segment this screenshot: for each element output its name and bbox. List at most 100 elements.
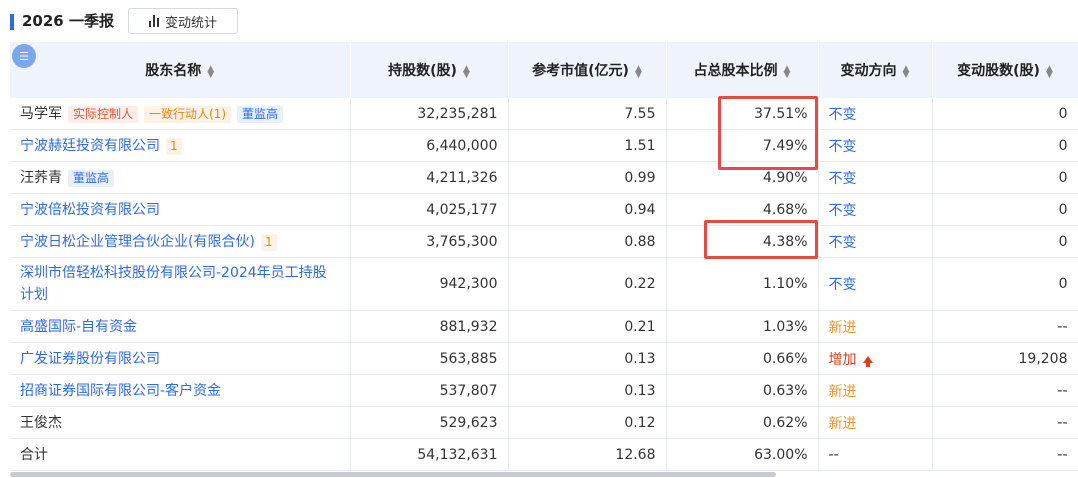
change-shares-cell: 19,208 <box>932 342 1078 375</box>
table-row: 王俊杰 529,623 0.12 0.62% 新进 -- <box>10 406 1078 439</box>
column-label: 股东名称 <box>145 63 202 79</box>
share-ratio-cell: 1.03% <box>666 310 819 343</box>
col-shares-held-header[interactable]: 持股数(股) ▲ ▼ <box>350 42 509 98</box>
market-value-cell: 0.94 <box>508 193 667 226</box>
table-row: 汪荞青 董监高 4,211,326 0.99 4.90% 不变 0 <box>10 161 1078 194</box>
shareholder-link[interactable]: 宁波倍松投资有限公司 <box>20 202 160 218</box>
filter-list-icon[interactable]: ☰ <box>12 44 36 68</box>
shareholder-name-cell[interactable]: 宁波倍松投资有限公司 <box>10 193 351 226</box>
col-market-value-header[interactable]: 参考市值(亿元) ▲ ▼ <box>508 42 667 98</box>
sort-icon[interactable]: ▲ ▼ <box>635 65 642 80</box>
table-row: 深圳市倍轻松科技股份有限公司-2024年员工持股计划 942,300 0.22 1.1… <box>10 257 1078 311</box>
shareholder-name: 王俊杰 <box>20 414 62 431</box>
shareholder-name-cell[interactable]: 高盛国际-自有资金 <box>10 310 351 343</box>
shares-held-cell: 881,932 <box>350 310 509 343</box>
shareholder-name: 合计 <box>20 446 48 463</box>
shares-held-cell: 54,132,631 <box>350 438 509 471</box>
report-title: 2026 一季报 <box>22 12 114 30</box>
shareholder-link[interactable]: 宁波日松企业管理合伙企业(有限合伙) <box>20 234 255 250</box>
change-shares-cell: -- <box>932 374 1078 407</box>
market-value-cell: 12.68 <box>508 438 667 471</box>
shares-held-cell: 942,300 <box>350 257 509 311</box>
column-label: 参考市值(亿元) <box>532 63 629 79</box>
col-change-direction-header[interactable]: 变动方向 ▲ ▼ <box>818 42 933 98</box>
table-row: 宁波倍松投资有限公司 4,025,177 0.94 4.68% 不变 0 <box>10 193 1078 226</box>
shares-held-cell: 529,623 <box>350 406 509 439</box>
change-direction-cell: 新进 <box>818 310 933 343</box>
sort-icon[interactable]: ▲ ▼ <box>1046 65 1053 80</box>
change-direction-cell: 增加 <box>818 342 933 375</box>
change-direction-cell: 新进 <box>818 374 933 407</box>
shareholder-name-cell[interactable]: 宁波赫廷投资有限公司 1 <box>10 129 351 162</box>
change-direction-cell: 不变 <box>818 129 933 162</box>
column-label: 持股数(股) <box>388 63 457 79</box>
shareholder-link[interactable]: 宁波赫廷投资有限公司 <box>20 138 160 154</box>
shareholder-link[interactable]: 广发证券股份有限公司 <box>20 351 160 367</box>
highlight-box-top-ratios <box>718 96 818 170</box>
share-ratio-cell: 0.62% <box>666 406 819 439</box>
market-value-cell: 0.12 <box>508 406 667 439</box>
title-accent-bar <box>10 14 14 30</box>
shareholder-link[interactable]: 高盛国际-自有资金 <box>20 319 137 335</box>
col-share-ratio-header[interactable]: 占总股本比例 ▲ ▼ <box>666 42 819 98</box>
change-shares-cell: 0 <box>932 98 1078 130</box>
share-ratio-cell: 0.66% <box>666 342 819 375</box>
share-ratio-cell: 0.63% <box>666 374 819 407</box>
change-direction-cell: 不变 <box>818 98 933 130</box>
shares-held-cell: 3,765,300 <box>350 225 509 258</box>
share-ratio-cell: 63.00% <box>666 438 819 471</box>
shares-held-cell: 6,440,000 <box>350 129 509 162</box>
change-shares-cell: 0 <box>932 257 1078 311</box>
shares-held-cell: 537,807 <box>350 374 509 407</box>
change-direction-label: 不变 <box>828 138 857 155</box>
shareholder-name-cell[interactable]: 深圳市倍轻松科技股份有限公司-2024年员工持股计划 <box>10 257 351 311</box>
role-tag: 董监高 <box>68 169 115 187</box>
shareholder-name-cell[interactable]: 宁波日松企业管理合伙企业(有限合伙) 1 <box>10 225 351 258</box>
table-row: 合计 54,132,631 12.68 63.00% -- -- <box>10 438 1078 471</box>
share-ratio-cell: 1.10% <box>666 257 819 311</box>
change-stats-button[interactable]: 变动统计 <box>128 8 238 34</box>
shares-held-cell: 4,025,177 <box>350 193 509 226</box>
market-value-cell: 1.51 <box>508 129 667 162</box>
table-body: 马学军 实际控制人 一致行动人(1) 董监高 32,235,281 7.55 37.51% 不… <box>10 98 1078 471</box>
column-label: 占总股本比例 <box>693 63 778 79</box>
table-row: 广发证券股份有限公司 563,885 0.13 0.66% 增加 19,208 <box>10 342 1078 375</box>
role-tag: 董监高 <box>237 105 284 123</box>
col-shareholder-name-header[interactable]: 股东名称 ▲ ▼ <box>10 42 351 98</box>
change-direction-label: 不变 <box>828 106 857 123</box>
change-direction-cell: 不变 <box>818 161 933 194</box>
market-value-cell: 0.13 <box>508 342 667 375</box>
sort-icon[interactable]: ▲ ▼ <box>207 65 214 80</box>
related-count-badge: 1 <box>260 233 277 251</box>
change-shares-cell: 0 <box>932 193 1078 226</box>
shares-held-cell: 32,235,281 <box>350 98 509 130</box>
role-tag: 实际控制人 <box>68 105 139 123</box>
market-value-cell: 0.21 <box>508 310 667 343</box>
change-direction-label: 不变 <box>828 170 857 187</box>
report-header: 2026 一季报 变动统计 <box>0 6 1078 36</box>
sort-icon[interactable]: ▲ ▼ <box>784 65 791 80</box>
horizontal-scrollbar[interactable] <box>10 472 776 477</box>
shares-held-cell: 563,885 <box>350 342 509 375</box>
shareholder-link[interactable]: 招商证券国际有限公司-客户资金 <box>20 383 221 399</box>
table-row: 马学军 实际控制人 一致行动人(1) 董监高 32,235,281 7.55 37.51% 不… <box>10 98 1078 130</box>
related-count-badge: 1 <box>166 137 182 155</box>
shareholder-name-cell: 汪荞青 董监高 <box>10 161 351 194</box>
sort-icon[interactable]: ▲ ▼ <box>903 65 910 80</box>
shareholder-name: 汪荞青 <box>20 169 62 186</box>
table-row: 宁波赫廷投资有限公司 1 6,440,000 1.51 7.49% 不变 0 <box>10 129 1078 162</box>
role-tag: 一致行动人(1) <box>144 105 232 123</box>
shareholder-name-cell[interactable]: 广发证券股份有限公司 <box>10 342 351 375</box>
change-direction-label: 新进 <box>828 319 857 336</box>
change-direction-label: 不变 <box>828 202 857 219</box>
arrow-up-icon <box>862 355 873 367</box>
change-stats-label: 变动统计 <box>164 15 217 31</box>
col-change-shares-header[interactable]: 变动股数(股) ▲ ▼ <box>932 42 1078 98</box>
column-label: 变动股数(股) <box>957 63 1040 79</box>
change-shares-cell: -- <box>932 406 1078 439</box>
shareholder-link[interactable]: 深圳市倍轻松科技股份有限公司-2024年员工持股计划 <box>20 265 327 303</box>
shareholder-name-cell[interactable]: 招商证券国际有限公司-客户资金 <box>10 374 351 407</box>
shareholder-name-cell: 王俊杰 <box>10 406 351 439</box>
change-direction-cell: 不变 <box>818 193 933 226</box>
sort-icon[interactable]: ▲ ▼ <box>463 65 470 80</box>
